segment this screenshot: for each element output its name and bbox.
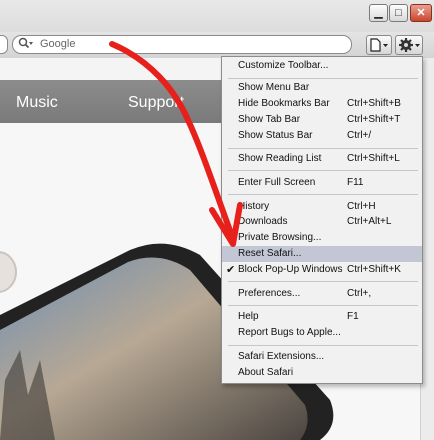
- annotation-arrow: [109, 41, 243, 247]
